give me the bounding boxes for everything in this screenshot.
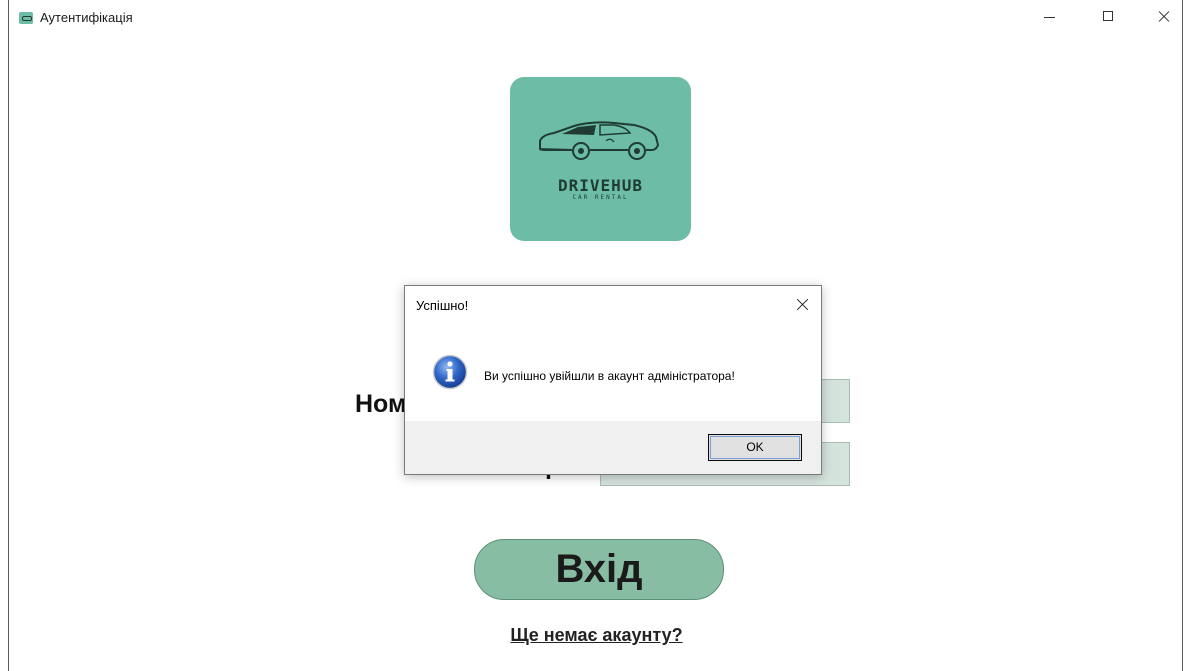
window-title: Аутентифікація [40, 10, 133, 25]
maximize-button[interactable] [1084, 0, 1130, 34]
number-label: Ном [355, 390, 407, 418]
info-icon [432, 354, 468, 390]
dialog-close-button[interactable] [783, 286, 821, 322]
minimize-button[interactable] [1026, 0, 1072, 34]
ok-button[interactable]: OK [708, 434, 802, 461]
title-bar[interactable]: Аутентифікація [9, 0, 1182, 34]
drivehub-logo: DRIVEHUB CAR RENTAL [510, 77, 691, 241]
signup-link[interactable]: Ще немає акаунту? [9, 625, 1184, 646]
close-window-button[interactable] [1140, 0, 1186, 34]
dialog-message: Ви успішно увійшли в акаунт адміністрато… [484, 369, 735, 383]
logo-tagline: CAR RENTAL [572, 194, 629, 201]
app-icon [19, 12, 33, 24]
car-icon [538, 121, 660, 160]
dialog-footer: OK [405, 421, 821, 474]
dialog-title: Успішно! [416, 298, 469, 313]
success-dialog: Успішно! Ви успішно увійшли в акаунт адм… [404, 285, 822, 475]
login-button[interactable]: Вхід [474, 539, 724, 600]
logo-name: DRIVEHUB [557, 176, 644, 195]
